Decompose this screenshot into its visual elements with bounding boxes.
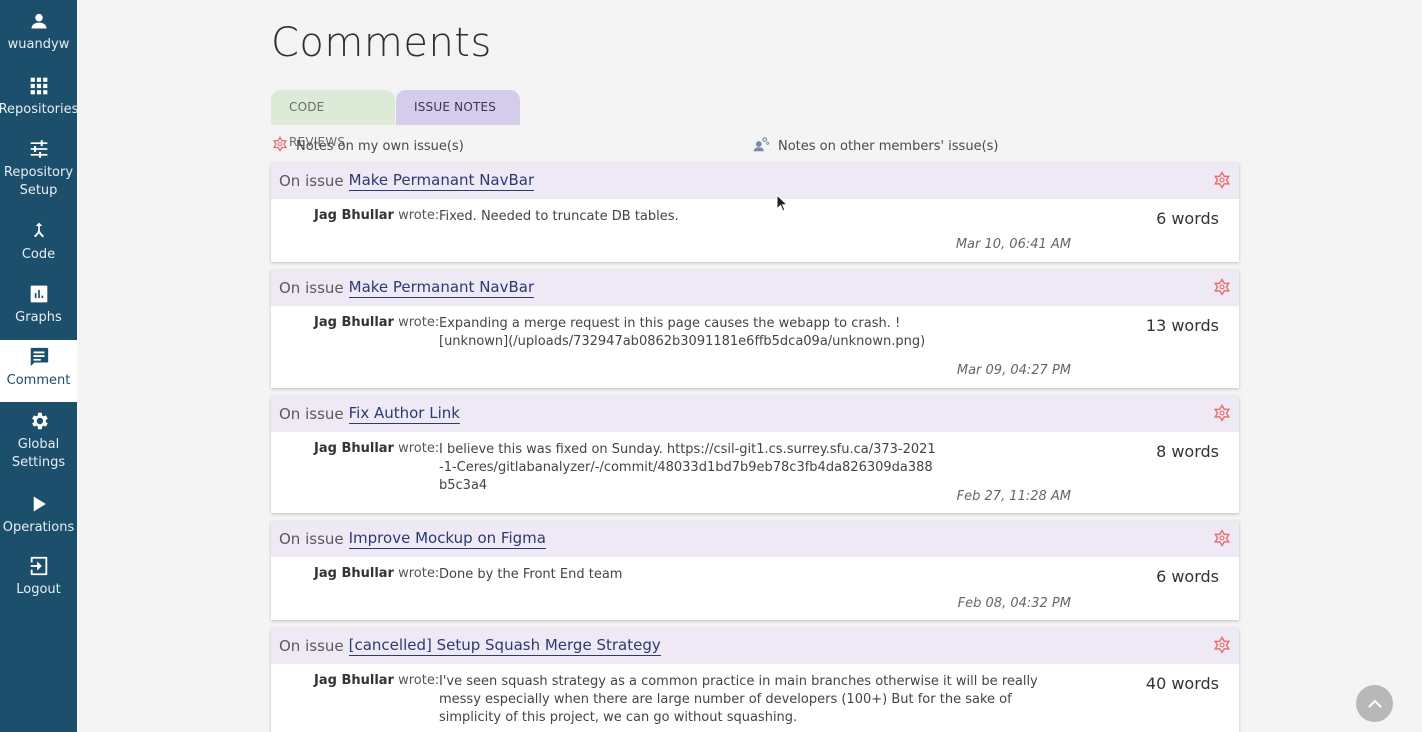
note-card: On issue Make Permanant NavBar Jag Bhull… bbox=[271, 270, 1239, 388]
tab-bar: CODE REVIEWS ISSUE NOTES bbox=[271, 90, 520, 149]
sidebar-item-label: Graphs bbox=[15, 310, 62, 325]
note-prefix: On issue bbox=[279, 405, 344, 423]
bar-chart-icon bbox=[28, 283, 50, 305]
note-header: On issue Make Permanant NavBar bbox=[271, 270, 1239, 306]
author-name: Jag Bhullar bbox=[314, 566, 394, 581]
note-timestamp: Feb 08, 04:32 PM bbox=[957, 596, 1071, 611]
note-timestamp: Mar 10, 06:41 AM bbox=[955, 237, 1071, 252]
note-timestamp: Mar 09, 04:27 PM bbox=[956, 363, 1071, 378]
tab-issue-notes[interactable]: ISSUE NOTES bbox=[396, 90, 520, 125]
note-prefix: On issue bbox=[279, 637, 344, 655]
star-icon[interactable] bbox=[1213, 528, 1231, 551]
note-card: On issue [cancelled] Setup Squash Merge … bbox=[271, 628, 1239, 732]
sidebar-item-label: Repositories bbox=[0, 102, 79, 117]
page-title: Comments bbox=[271, 20, 492, 66]
note-text: Fixed. Needed to truncate DB tables. bbox=[439, 209, 679, 224]
main-content: Comments CODE REVIEWS ISSUE NOTES Notes … bbox=[77, 0, 1422, 732]
sidebar-item-label: Logout bbox=[16, 582, 61, 597]
sidebar-item-repositories[interactable]: Repositories bbox=[0, 75, 79, 127]
wrote-label: wrote: bbox=[398, 441, 440, 456]
note-card: On issue Make Permanant NavBar Jag Bhull… bbox=[271, 163, 1239, 262]
tab-code-reviews[interactable]: CODE REVIEWS bbox=[271, 90, 395, 149]
wrote-label: wrote: bbox=[398, 566, 440, 581]
note-card: On issue Fix Author Link Jag Bhullar wro… bbox=[271, 396, 1239, 513]
star-icon bbox=[272, 135, 288, 156]
note-timestamp: Feb 27, 11:28 AM bbox=[956, 489, 1071, 504]
note-text: I've seen squash strategy as a common pr… bbox=[439, 674, 1038, 725]
sidebar-item-graphs[interactable]: Graphs bbox=[0, 283, 77, 335]
merge-icon bbox=[28, 220, 50, 242]
note-header: On issue Fix Author Link bbox=[271, 396, 1239, 432]
grid-icon bbox=[28, 75, 50, 97]
word-count: 40 words bbox=[1145, 674, 1219, 693]
note-author: Jag Bhullar wrote: bbox=[314, 673, 439, 688]
wrote-label: wrote: bbox=[398, 315, 440, 330]
note-header: On issue Improve Mockup on Figma bbox=[271, 521, 1239, 557]
author-name: Jag Bhullar bbox=[314, 441, 394, 456]
sidebar-item-label: Global Settings bbox=[11, 437, 66, 470]
sidebar-item-label: Code bbox=[21, 247, 56, 262]
scroll-to-top-button[interactable] bbox=[1356, 685, 1393, 722]
logout-icon bbox=[28, 555, 50, 577]
issue-link[interactable]: Improve Mockup on Figma bbox=[348, 529, 546, 549]
wrote-label: wrote: bbox=[398, 208, 440, 223]
issue-link[interactable]: Fix Author Link bbox=[348, 404, 460, 424]
word-count: 13 words bbox=[1145, 316, 1219, 335]
sidebar-item-operations[interactable]: Operations bbox=[0, 493, 77, 545]
star-icon[interactable] bbox=[1213, 635, 1231, 658]
word-count: 6 words bbox=[1156, 209, 1219, 228]
sidebar-item-user[interactable]: wuandyw bbox=[0, 10, 77, 62]
legend-other-label: Notes on other members' issue(s) bbox=[778, 138, 999, 154]
legend-own-label: Notes on my own issue(s) bbox=[296, 138, 464, 154]
author-name: Jag Bhullar bbox=[314, 315, 394, 330]
note-author: Jag Bhullar wrote: bbox=[314, 208, 439, 223]
author-name: Jag Bhullar bbox=[314, 208, 394, 223]
people-icon bbox=[752, 136, 770, 156]
sidebar-item-label: Operations bbox=[2, 520, 75, 535]
star-icon[interactable] bbox=[1213, 403, 1231, 426]
sliders-icon bbox=[28, 138, 50, 160]
author-name: Jag Bhullar bbox=[314, 673, 394, 688]
word-count: 6 words bbox=[1156, 567, 1219, 586]
mouse-cursor-icon bbox=[776, 194, 788, 212]
note-text: Done by the Front End team bbox=[439, 567, 623, 582]
star-icon[interactable] bbox=[1213, 170, 1231, 193]
sidebar-item-global-settings[interactable]: Global Settings bbox=[0, 410, 77, 474]
sidebar-item-repository-setup[interactable]: Repository Setup bbox=[0, 138, 77, 202]
gear-icon bbox=[28, 410, 50, 432]
star-icon[interactable] bbox=[1213, 277, 1231, 300]
wrote-label: wrote: bbox=[398, 673, 440, 688]
word-count: 8 words bbox=[1156, 442, 1219, 461]
sidebar-item-logout[interactable]: Logout bbox=[0, 555, 77, 607]
note-author: Jag Bhullar wrote: bbox=[314, 441, 439, 456]
note-prefix: On issue bbox=[279, 530, 344, 548]
sidebar: wuandyw Repositories Repository Setup Co… bbox=[0, 0, 79, 732]
issue-link[interactable]: Make Permanant NavBar bbox=[348, 278, 535, 298]
chevron-up-icon bbox=[1367, 699, 1382, 708]
legend-own-issues: Notes on my own issue(s) bbox=[272, 135, 464, 156]
note-header: On issue Make Permanant NavBar bbox=[271, 163, 1239, 199]
sidebar-item-comment[interactable]: Comment bbox=[0, 340, 77, 402]
note-text: Expanding a merge request in this page c… bbox=[439, 316, 926, 349]
note-header: On issue [cancelled] Setup Squash Merge … bbox=[271, 628, 1239, 664]
sidebar-item-label: wuandyw bbox=[7, 37, 70, 52]
note-prefix: On issue bbox=[279, 279, 344, 297]
note-prefix: On issue bbox=[279, 172, 344, 190]
note-author: Jag Bhullar wrote: bbox=[314, 315, 439, 330]
sidebar-item-code[interactable]: Code bbox=[0, 220, 77, 272]
sidebar-item-label: Repository Setup bbox=[3, 165, 74, 198]
note-author: Jag Bhullar wrote: bbox=[314, 566, 439, 581]
sidebar-item-label: Comment bbox=[6, 373, 71, 388]
person-icon bbox=[28, 10, 50, 32]
note-text: I believe this was fixed on Sunday. http… bbox=[439, 442, 936, 493]
issue-link[interactable]: [cancelled] Setup Squash Merge Strategy bbox=[348, 636, 661, 656]
note-card: On issue Improve Mockup on Figma Jag Bhu… bbox=[271, 521, 1239, 620]
legend-other-issues: Notes on other members' issue(s) bbox=[752, 136, 998, 156]
comment-icon bbox=[28, 346, 50, 368]
issue-link[interactable]: Make Permanant NavBar bbox=[348, 171, 535, 191]
play-icon bbox=[28, 493, 50, 515]
